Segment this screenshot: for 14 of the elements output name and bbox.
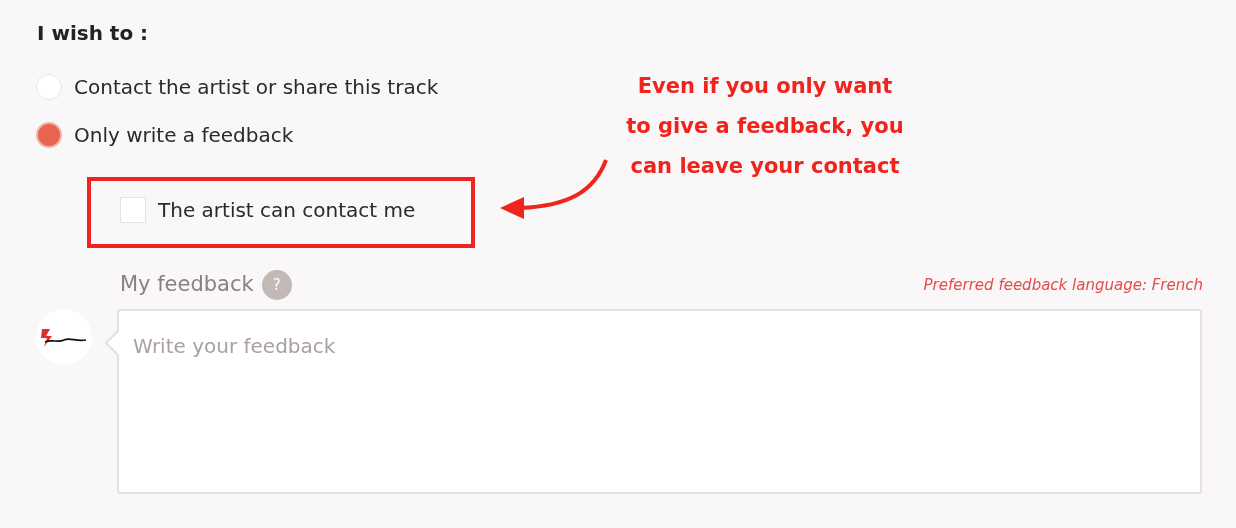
- avatar-logo-icon: [36, 309, 92, 365]
- language-note: Preferred feedback language: French: [923, 275, 1203, 296]
- option-label[interactable]: Only write a feedback: [74, 120, 294, 150]
- radio-button[interactable]: [36, 74, 62, 100]
- speech-pointer: [104, 329, 119, 357]
- annotation-text: can leave your contact: [630, 153, 900, 180]
- annotation-text: Even if you only want: [637, 73, 893, 100]
- annotation-text: to give a feedback, you: [626, 113, 904, 140]
- option-label[interactable]: Contact the artist or share this track: [74, 72, 439, 102]
- section-heading: I wish to :: [37, 20, 149, 47]
- radio-button[interactable]: [36, 122, 62, 148]
- checkbox[interactable]: [120, 197, 146, 223]
- checkbox-label[interactable]: The artist can contact me: [158, 195, 416, 225]
- field-label: My feedback: [120, 271, 254, 298]
